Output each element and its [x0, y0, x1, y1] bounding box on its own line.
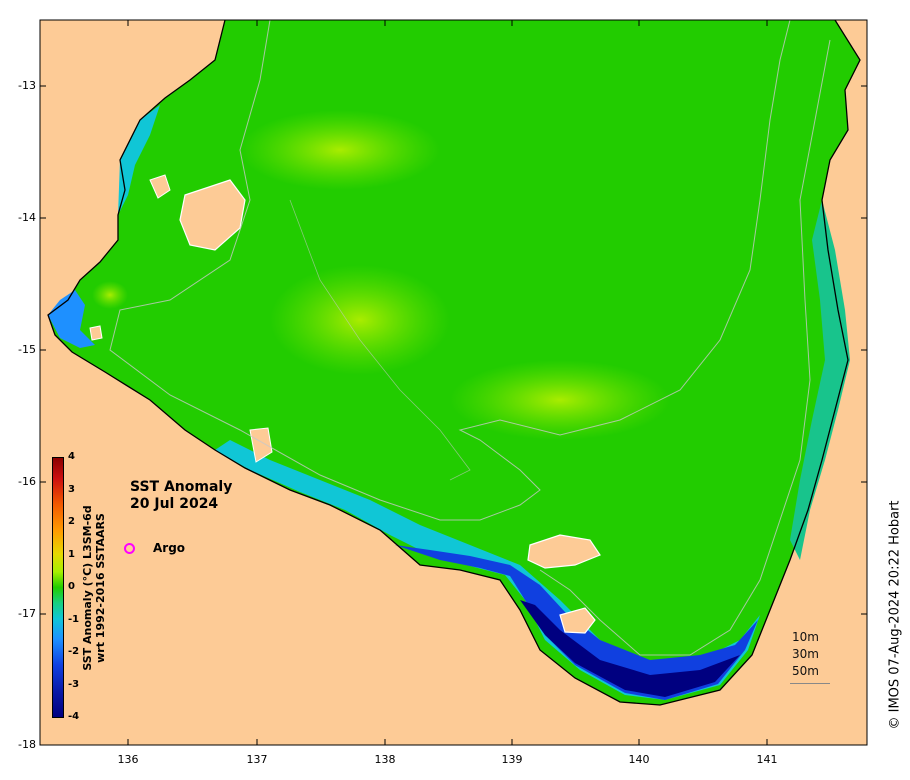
warm-anomaly-patch: [450, 360, 670, 440]
colorbar-tick: 4: [68, 451, 75, 462]
colorbar-tick: 3: [68, 484, 75, 495]
sst-anomaly-map: [39, 19, 868, 746]
lon-label: 140: [628, 753, 650, 766]
warm-anomaly-patch: [240, 110, 440, 190]
colorbar-label-line: SST Anomaly (°C) L3SM-6d: [81, 505, 94, 671]
lat-label: -18: [18, 738, 36, 751]
lat-label: -15: [18, 343, 36, 356]
warm-anomaly-patch: [270, 265, 450, 375]
date-line: 20 Jul 2024: [130, 496, 219, 512]
warm-anomaly-patch: [92, 281, 128, 309]
lon-label: 141: [756, 753, 778, 766]
colorbar-tick: -4: [68, 711, 80, 722]
lon-label: 138: [374, 753, 396, 766]
title-line: SST Anomaly: [130, 479, 233, 495]
depth-legend-line: [790, 683, 830, 684]
depth-legend-label: 30m: [792, 647, 819, 661]
depth-legend-label: 50m: [792, 664, 819, 678]
lat-label: -16: [18, 475, 36, 488]
argo-legend-label: Argo: [153, 541, 186, 555]
colorbar: [52, 457, 64, 718]
map-title: SST Anomaly 20 Jul 2024: [130, 479, 232, 513]
argo-marker-icon: [124, 542, 135, 554]
island: [89, 325, 103, 341]
colorbar-tick: -3: [68, 679, 80, 690]
lon-label: 136: [117, 753, 139, 766]
copyright-text: © IMOS 07-Aug-2024 20:22 Hobart: [887, 500, 903, 730]
argo-legend: Argo: [124, 541, 185, 555]
lat-label: -14: [18, 211, 36, 224]
lat-label: -13: [18, 79, 36, 92]
lat-label: -17: [18, 607, 36, 620]
colorbar-label: SST Anomaly (°C) L3SM-6d wrt 1992-2016 S…: [81, 505, 107, 670]
lon-label: 139: [501, 753, 523, 766]
colorbar-label-line: wrt 1992-2016 SSTAARS: [94, 513, 107, 663]
depth-legend-label: 10m: [792, 630, 819, 644]
lon-label: 137: [246, 753, 268, 766]
